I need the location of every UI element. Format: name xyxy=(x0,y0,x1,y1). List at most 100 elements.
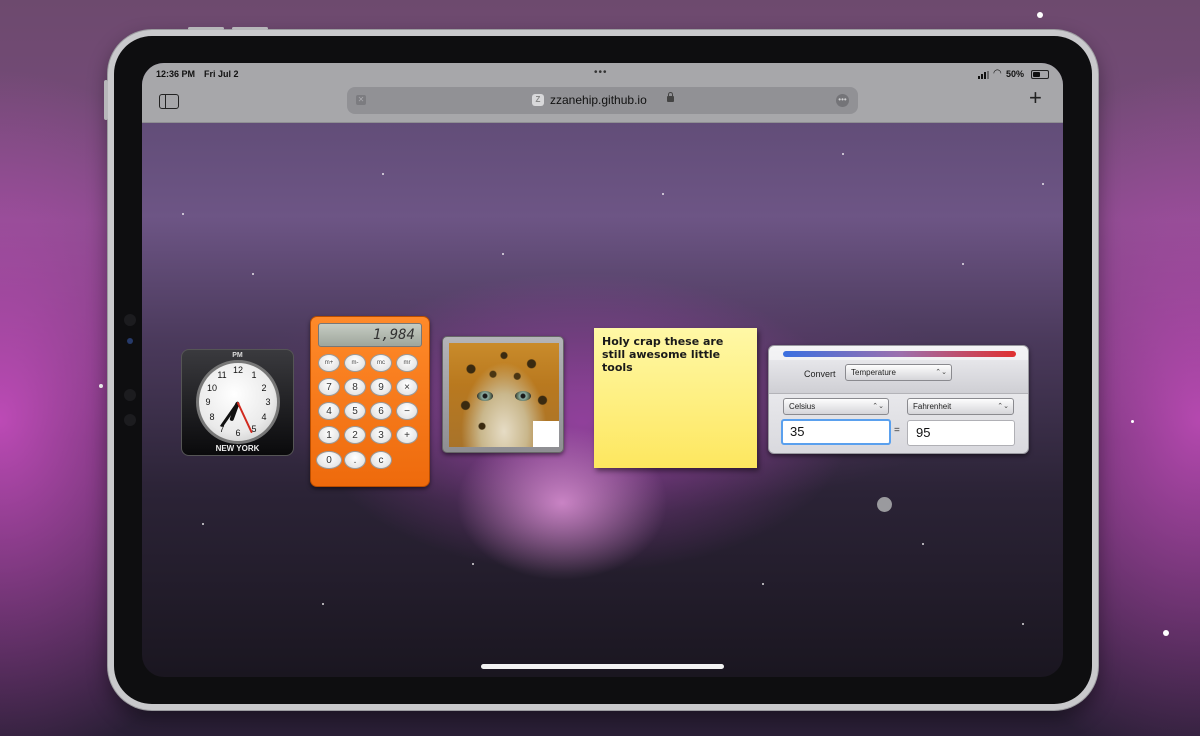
star xyxy=(662,193,664,195)
home-indicator[interactable] xyxy=(481,664,724,669)
star xyxy=(202,523,204,525)
clock-widget[interactable]: PM 12 1 2 3 4 5 6 7 8 9 10 11 NEW YORK xyxy=(181,349,294,456)
clock-number: 3 xyxy=(265,397,271,407)
calc-key-2[interactable]: 2 xyxy=(344,426,366,444)
category-select[interactable]: Temperature ⌃⌄ xyxy=(845,364,952,381)
volume-button xyxy=(188,27,224,30)
star xyxy=(1022,623,1024,625)
star xyxy=(472,563,474,565)
clock-number: 9 xyxy=(205,397,211,407)
sensor-icon xyxy=(124,389,136,401)
chevron-updown-icon: ⌃⌄ xyxy=(872,403,884,410)
star xyxy=(252,273,254,275)
calculator-widget[interactable]: 1,984 m+ m- mc mr 7 8 9 4 5 6 1 2 3 0 . … xyxy=(310,316,430,487)
close-icon[interactable]: ✕ xyxy=(356,95,366,105)
to-unit-select[interactable]: Fahrenheit ⌃⌄ xyxy=(907,398,1014,415)
calc-key-8[interactable]: 8 xyxy=(344,378,366,396)
clock-city: NEW YORK xyxy=(215,444,260,453)
calc-key-m-plus[interactable]: m+ xyxy=(318,354,340,372)
clock-number: 12 xyxy=(232,365,243,375)
assistive-touch-dot[interactable] xyxy=(877,497,892,512)
calc-key-minus[interactable]: − xyxy=(396,402,418,420)
calc-key-4[interactable]: 4 xyxy=(318,402,340,420)
calc-key-7[interactable]: 7 xyxy=(318,378,340,396)
star xyxy=(962,263,964,265)
multitasking-dots-icon[interactable]: ••• xyxy=(594,67,608,78)
address-bar[interactable]: ✕ Z zzanehip.github.io ••• xyxy=(347,87,858,114)
calc-key-times[interactable]: × xyxy=(396,378,418,396)
calc-key-mc[interactable]: mc xyxy=(370,354,392,372)
sticky-note-widget[interactable]: Holy crap these are still awesome little… xyxy=(594,328,757,468)
status-date: Fri Jul 2 xyxy=(204,69,239,79)
unit-converter-widget[interactable]: Convert Temperature ⌃⌄ Celsius ⌃⌄ Fahren… xyxy=(768,345,1029,454)
calc-key-6[interactable]: 6 xyxy=(370,402,392,420)
star xyxy=(182,213,184,215)
calc-key-5[interactable]: 5 xyxy=(344,402,366,420)
calc-key-9[interactable]: 9 xyxy=(370,378,392,396)
leopard-eye xyxy=(477,391,493,401)
star xyxy=(322,603,324,605)
background-star xyxy=(99,384,103,388)
clock-number: 1 xyxy=(251,370,257,380)
battery-percent: 50% xyxy=(1006,69,1025,79)
background-star xyxy=(1037,12,1043,18)
clock-period: PM xyxy=(232,352,243,359)
clock-number: 10 xyxy=(206,383,217,393)
calc-key-0[interactable]: 0 xyxy=(316,451,342,469)
battery-icon xyxy=(1031,70,1049,79)
from-unit-select-value: Celsius xyxy=(789,402,816,411)
new-tab-button[interactable]: + xyxy=(1029,87,1042,109)
more-icon[interactable]: ••• xyxy=(836,94,849,107)
background-star xyxy=(1131,420,1134,423)
calc-key-3[interactable]: 3 xyxy=(370,426,392,444)
calc-key-clear[interactable]: c xyxy=(370,451,392,469)
safari-toolbar: 12:36 PM Fri Jul 2 ••• ◠ 50% ✕ Z zzanehi… xyxy=(142,63,1063,123)
category-select-value: Temperature xyxy=(851,368,896,377)
sensor-icon xyxy=(124,414,136,426)
equals-sign: = xyxy=(894,425,900,436)
temperature-gradient-bar xyxy=(783,351,1016,357)
star xyxy=(1042,183,1044,185)
signal-icon xyxy=(978,71,990,79)
lock-icon xyxy=(667,92,674,102)
clock-number: 2 xyxy=(261,383,267,393)
calculator-display-value: 1,984 xyxy=(372,327,415,343)
volume-button xyxy=(232,27,268,30)
calculator-display: 1,984 xyxy=(318,323,422,347)
sidebar-icon[interactable] xyxy=(159,94,179,109)
background-star xyxy=(1163,630,1169,636)
star xyxy=(922,543,924,545)
wifi-icon: ◠ xyxy=(993,68,1002,79)
camera-icon xyxy=(124,314,136,326)
star xyxy=(762,583,764,585)
chevron-updown-icon: ⌃⌄ xyxy=(997,403,1009,410)
ipad-screen: 12:36 PM Fri Jul 2 ••• ◠ 50% ✕ Z zzanehi… xyxy=(142,63,1063,677)
clock-number: 6 xyxy=(235,428,241,438)
from-unit-select[interactable]: Celsius ⌃⌄ xyxy=(783,398,889,415)
star xyxy=(382,173,384,175)
clock-number: 8 xyxy=(209,412,215,422)
to-value-field[interactable]: 95 xyxy=(907,420,1015,446)
clock-number: 11 xyxy=(217,370,227,380)
calc-key-decimal[interactable]: . xyxy=(344,451,366,469)
clock-minute-hand xyxy=(219,401,240,428)
convert-label: Convert xyxy=(804,369,836,379)
clock-face: 12 1 2 3 4 5 6 7 8 9 10 11 xyxy=(196,360,280,444)
sticky-note-text[interactable]: Holy crap these are still awesome little… xyxy=(602,335,750,374)
leopard-eye xyxy=(515,391,531,401)
converter-header: Convert Temperature ⌃⌄ xyxy=(769,360,1028,394)
photo-blank-corner xyxy=(533,421,559,447)
url-text[interactable]: zzanehip.github.io xyxy=(550,93,647,107)
status-time: 12:36 PM xyxy=(156,69,196,79)
calc-key-plus[interactable]: + xyxy=(396,426,418,444)
from-value-field[interactable]: 35 xyxy=(781,419,891,445)
chevron-updown-icon: ⌃⌄ xyxy=(935,369,947,376)
calc-key-mr[interactable]: mr xyxy=(396,354,418,372)
leopard-photo xyxy=(449,343,559,447)
calc-key-1[interactable]: 1 xyxy=(318,426,340,444)
camera-lens-icon xyxy=(127,338,133,344)
star xyxy=(502,253,504,255)
calc-key-m-minus[interactable]: m- xyxy=(344,354,366,372)
photo-widget[interactable] xyxy=(442,336,564,453)
power-button xyxy=(104,80,108,120)
